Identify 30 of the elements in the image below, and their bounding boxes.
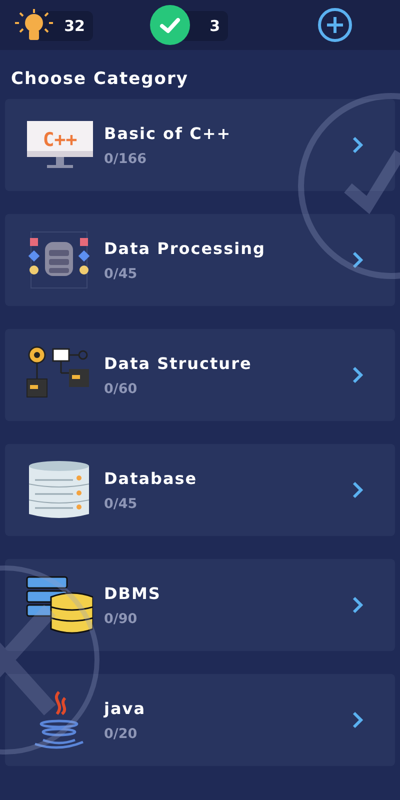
chevron-right-icon (351, 251, 363, 269)
category-card[interactable]: java 0/20 (5, 674, 395, 766)
category-name: Data Processing (104, 238, 266, 258)
hint-count: 32 (35, 11, 93, 41)
category-name: Database (104, 468, 198, 488)
category-name: DBMS (104, 584, 162, 602)
category-name: Data Structure (104, 354, 253, 372)
category-card[interactable]: Data Processing 0/45 (5, 214, 395, 306)
chevron-right-icon (351, 481, 363, 499)
add-icon[interactable] (317, 8, 353, 42)
category-name: Basic of C++ (104, 124, 232, 142)
answered-count: 0/166 (104, 150, 148, 166)
answered-count: 0/45 (104, 266, 138, 282)
chevron-right-icon (351, 136, 363, 154)
light-bulb-icon (14, 8, 54, 42)
chevron-right-icon (351, 711, 363, 729)
chevron-right-icon (351, 366, 363, 384)
category-card[interactable]: Data Structure 0/60 (5, 329, 395, 421)
chevron-right-icon (351, 596, 363, 614)
category-card[interactable]: DBMS 0/90 (5, 559, 395, 651)
category-card[interactable]: Database 0/45 (5, 444, 395, 536)
answered-count: 0/20 (104, 726, 138, 742)
answered-count: 0/60 (104, 380, 138, 396)
section-title: Choose Category (11, 69, 190, 91)
check-icon (150, 5, 190, 45)
category-card[interactable]: C++ Basic of C++ 0/166 (5, 99, 395, 191)
answered-count: 0/90 (104, 610, 138, 626)
answered-count: 0/45 (104, 496, 138, 512)
server-database-icon (25, 575, 93, 635)
category-name: java (104, 698, 147, 718)
